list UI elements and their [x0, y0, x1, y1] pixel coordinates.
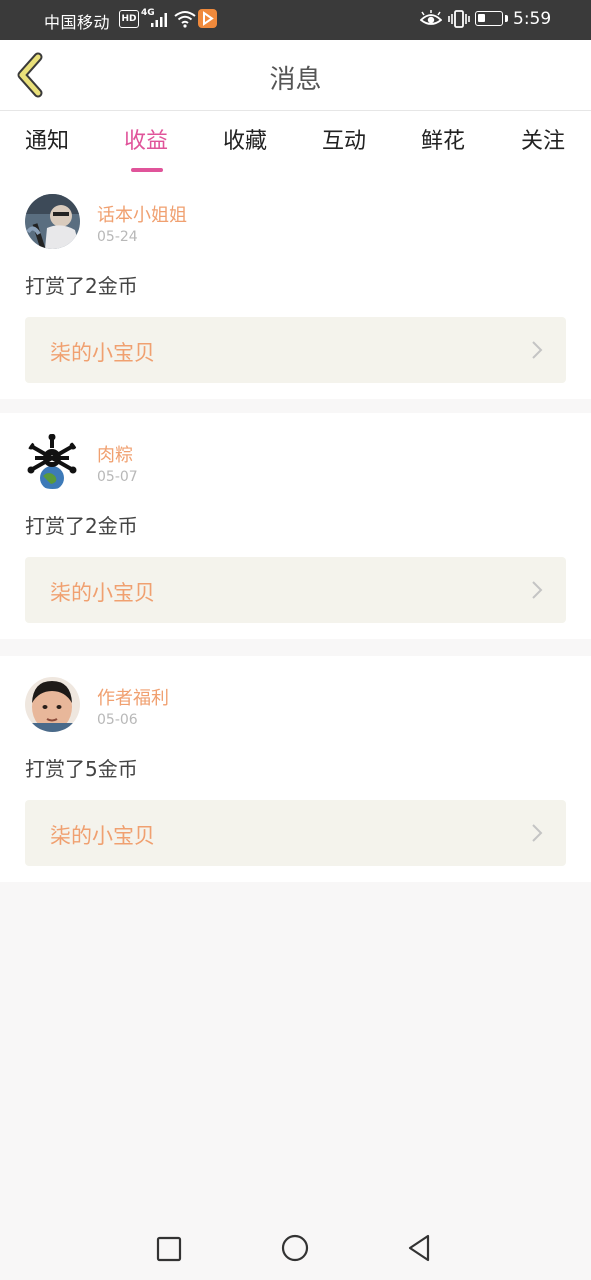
back-icon	[408, 1234, 430, 1262]
wifi-icon	[174, 11, 196, 28]
target-link[interactable]: 柒的小宝贝	[25, 557, 566, 623]
vibrate-icon	[448, 10, 470, 28]
chevron-right-icon	[532, 824, 543, 842]
home-button[interactable]	[281, 1234, 309, 1266]
app-header: 消息	[0, 40, 591, 111]
clock: 5:59	[513, 9, 552, 29]
page-title: 消息	[269, 65, 322, 95]
avatar[interactable]	[25, 677, 80, 732]
target-link[interactable]: 柒的小宝贝	[25, 800, 566, 866]
target-name: 柒的小宝贝	[50, 341, 155, 365]
tab-label: 关注	[520, 129, 565, 154]
tab-label: 收藏	[222, 129, 267, 154]
system-back-button[interactable]	[406, 1234, 432, 1266]
message-date: 05-06	[97, 712, 138, 728]
target-name: 柒的小宝贝	[50, 581, 155, 605]
tab-label: 鲜花	[420, 129, 465, 154]
message-date: 05-07	[97, 469, 138, 485]
chevron-right-icon	[532, 341, 543, 359]
tab-interactions[interactable]: 互动	[314, 123, 374, 155]
sender-name[interactable]: 肉粽	[97, 441, 133, 467]
tab-following[interactable]: 关注	[513, 123, 573, 155]
tab-label: 互动	[321, 129, 366, 154]
carrier-label: 中国移动	[44, 13, 111, 32]
tab-label: 收益	[123, 129, 168, 154]
target-link[interactable]: 柒的小宝贝	[25, 317, 566, 383]
sender-name[interactable]: 作者福利	[97, 684, 169, 710]
tab-notifications[interactable]: 通知	[17, 123, 77, 155]
tab-label: 通知	[24, 129, 69, 154]
tab-bar: 通知 收益 收藏 互动 鲜花 关注	[0, 111, 591, 173]
battery-tip	[505, 15, 508, 22]
avatar[interactable]	[25, 194, 80, 249]
tab-earnings[interactable]: 收益	[116, 123, 176, 172]
hd-badge: HD	[119, 10, 139, 28]
message-card: 话本小姐姐 05-24 打赏了2金币 柒的小宝贝	[0, 173, 591, 399]
chevron-right-icon	[532, 581, 543, 599]
message-card: 作者福利 05-06 打赏了5金币 柒的小宝贝	[0, 656, 591, 882]
home-icon	[281, 1234, 309, 1262]
system-nav-bar	[0, 1218, 591, 1280]
signal-icon	[151, 13, 167, 27]
recent-apps-button[interactable]	[156, 1236, 182, 1266]
app-notification-icon	[198, 9, 217, 28]
avatar[interactable]	[25, 434, 80, 489]
message-card: 肉粽 05-07 打赏了2金币 柒的小宝贝	[0, 413, 591, 639]
message-action: 打赏了5金币	[25, 757, 138, 781]
status-bar: 中国移动 HD 4G 5:59	[0, 0, 591, 40]
tab-flowers[interactable]: 鲜花	[413, 123, 473, 155]
message-action: 打赏了2金币	[25, 514, 138, 538]
battery-icon	[475, 11, 503, 26]
active-tab-indicator	[131, 168, 163, 172]
recent-apps-icon	[156, 1236, 182, 1262]
sender-name[interactable]: 话本小姐姐	[97, 201, 187, 227]
tab-favorites[interactable]: 收藏	[215, 123, 275, 155]
message-action: 打赏了2金币	[25, 274, 138, 298]
target-name: 柒的小宝贝	[50, 824, 155, 848]
eye-comfort-icon	[420, 10, 442, 25]
message-date: 05-24	[97, 229, 138, 245]
